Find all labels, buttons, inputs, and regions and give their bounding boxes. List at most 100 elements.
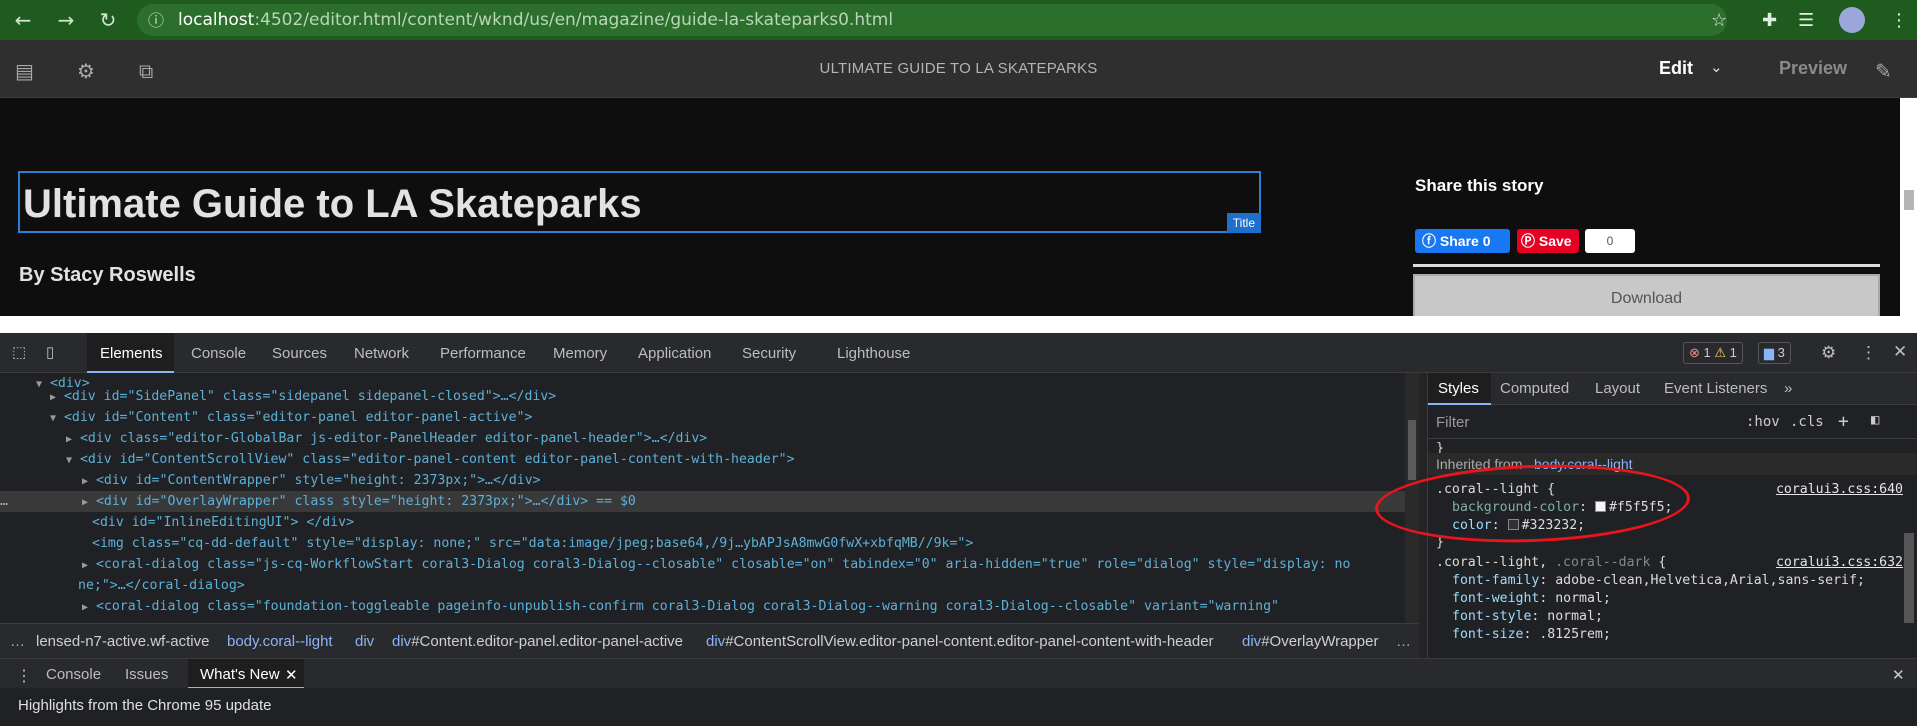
breadcrumb-item[interactable]: div#Content.editor-panel.editor-panel-ac…	[392, 633, 683, 650]
drawer-tabbar: ⋮ Console Issues What's New ✕ ✕	[0, 658, 1917, 689]
tab-layout[interactable]: Layout	[1595, 380, 1640, 397]
drawer-tab-issues[interactable]: Issues	[125, 666, 168, 683]
styles-tabbar: Styles Computed Layout Event Listeners »	[1428, 373, 1917, 405]
breadcrumb-item[interactable]: lensed-n7-active.wf-active	[36, 633, 209, 650]
page-horizontal-scrollbar[interactable]	[0, 316, 1917, 333]
rule-selector[interactable]: .coral--light, .coral--dark {	[1436, 555, 1666, 570]
new-rule-icon[interactable]: +	[1838, 411, 1849, 432]
back-icon[interactable]: ←	[12, 9, 34, 31]
css-property: font-weight	[1452, 591, 1540, 606]
inspect-icon[interactable]: ⬚	[12, 343, 26, 361]
tab-network[interactable]: Network	[354, 345, 409, 362]
info-icon[interactable]: ⓘ	[145, 10, 167, 32]
dom-line[interactable]: <img class="cq-dd-default" style="displa…	[0, 533, 1405, 554]
annotations-icon[interactable]: ✎	[1875, 59, 1892, 83]
tab-memory[interactable]: Memory	[553, 345, 607, 362]
message-count: 3	[1777, 345, 1785, 360]
tab-computed[interactable]: Computed	[1500, 380, 1569, 397]
dom-line-selected[interactable]: … ▶ <div id="OverlayWrapper" class style=…	[0, 491, 1405, 512]
hover-state-toggle[interactable]: :hov	[1746, 414, 1780, 430]
styles-scrollbar-thumb[interactable]	[1904, 533, 1914, 623]
profile-avatar[interactable]	[1839, 7, 1865, 33]
mode-select-button[interactable]: Edit	[1659, 58, 1693, 79]
tab-sources[interactable]: Sources	[272, 345, 327, 362]
extensions-icon[interactable]: ✚	[1762, 10, 1777, 31]
css-property: font-style	[1452, 609, 1532, 624]
dom-line[interactable]: <div id="InlineEditingUI"> </div>	[0, 512, 1405, 533]
close-drawer-icon[interactable]: ✕	[1892, 666, 1905, 684]
editor-header: ▤ ⚙ ⧉ ULTIMATE GUIDE TO LA SKATEPARKS Ed…	[0, 40, 1917, 98]
tab-styles[interactable]: Styles	[1438, 380, 1479, 397]
settings-gear-icon[interactable]: ⚙	[1821, 343, 1836, 363]
dom-line[interactable]: ▶ <coral-dialog class="foundation-toggle…	[0, 596, 1405, 617]
breadcrumb-overflow[interactable]: …	[1396, 633, 1411, 650]
messages-badge[interactable]: ▆ 3	[1758, 342, 1791, 364]
breadcrumb-item[interactable]: div#ContentScrollView.editor-panel-conte…	[706, 633, 1214, 650]
tab-console[interactable]: Console	[191, 345, 246, 362]
menu-icon[interactable]: ⋮	[1890, 10, 1908, 31]
tab-event-listeners[interactable]: Event Listeners	[1664, 380, 1767, 397]
breadcrumb-item[interactable]: div	[355, 633, 374, 650]
dom-line[interactable]: ▶ <coral-dialog class="js-cq-WorkflowSta…	[0, 554, 1405, 575]
page-scrollbar[interactable]	[1900, 98, 1917, 316]
styles-filter-input[interactable]	[1436, 412, 1686, 432]
tab-lighthouse[interactable]: Lighthouse	[837, 345, 910, 362]
css-value: .8125rem	[1539, 627, 1603, 642]
drawer-tab-console[interactable]: Console	[46, 666, 101, 683]
rule-source-link[interactable]: coralui3.css:640	[1776, 482, 1903, 497]
more-options-icon[interactable]: ⋮	[1860, 343, 1877, 363]
dom-line[interactable]: ▶ <div id="ContentWrapper" style="height…	[0, 470, 1405, 491]
reload-icon[interactable]: ↻	[97, 9, 119, 31]
browser-toolbar: ← → ↻ ⓘ localhost:4502/editor.html/conte…	[0, 0, 1917, 40]
preview-button[interactable]: Preview	[1779, 58, 1847, 79]
css-declaration[interactable]: font-family: adobe-clean,Helvetica,Arial…	[1452, 573, 1865, 588]
chevron-down-icon[interactable]: ⌄	[1710, 58, 1723, 76]
css-declaration[interactable]: font-weight: normal;	[1452, 591, 1611, 606]
pinterest-save-label: Save	[1538, 233, 1572, 249]
page-title: ULTIMATE GUIDE TO LA SKATEPARKS	[819, 60, 1098, 77]
drawer-tab-whats-new[interactable]: What's New	[200, 666, 280, 683]
article-title[interactable]: Ultimate Guide to LA Skateparks	[23, 182, 642, 227]
forward-icon[interactable]: →	[55, 9, 77, 31]
scrollbar-thumb[interactable]	[1408, 420, 1416, 480]
reading-list-icon[interactable]: ☰	[1798, 10, 1814, 31]
dom-breadcrumb: … lensed-n7-active.wf-active body.coral-…	[0, 623, 1419, 658]
drawer-menu-icon[interactable]: ⋮	[16, 666, 32, 686]
close-devtools-icon[interactable]: ✕	[1893, 342, 1907, 362]
scrollbar-thumb[interactable]	[1904, 190, 1914, 210]
rule-source-link[interactable]: coralui3.css:632	[1776, 555, 1903, 570]
dom-line[interactable]: ▶ <div class="editor-GlobalBar js-editor…	[0, 428, 1405, 449]
dom-line[interactable]: ▶ <div id="SidePanel" class="sidepanel s…	[0, 386, 1405, 407]
issues-badge[interactable]: ⊗ 1 ⚠ 1	[1683, 342, 1743, 364]
error-count: 1	[1703, 345, 1711, 360]
star-icon[interactable]: ☆	[1711, 10, 1727, 31]
css-declaration[interactable]: font-size: .8125rem;	[1452, 627, 1611, 642]
close-tab-icon[interactable]: ✕	[285, 666, 298, 684]
dom-text: <div id="ContentScrollView" class="edito…	[79, 452, 795, 467]
title-component-selected[interactable]: Ultimate Guide to LA Skateparks Title	[18, 171, 1261, 233]
css-property: font-size	[1452, 627, 1524, 642]
tab-elements[interactable]: Elements	[100, 345, 163, 362]
device-toolbar-icon[interactable]: ▯	[46, 343, 54, 361]
class-toggle[interactable]: .cls	[1790, 414, 1824, 430]
url-text[interactable]: localhost:4502/editor.html/content/wknd/…	[178, 10, 893, 30]
more-tabs-icon[interactable]: »	[1784, 380, 1792, 397]
warning-count: 1	[1729, 345, 1737, 360]
dom-line[interactable]: ▼ <div id="Content" class="editor-panel …	[0, 407, 1405, 428]
selector-text: .coral--light,	[1436, 555, 1548, 570]
toggle-sidebar-icon[interactable]: ◧	[1871, 412, 1879, 428]
download-button[interactable]: Download	[1413, 274, 1880, 316]
pinterest-save-button[interactable]: Ⓟ Save	[1517, 229, 1579, 253]
tab-security[interactable]: Security	[742, 345, 796, 362]
tab-performance[interactable]: Performance	[440, 345, 526, 362]
tab-application[interactable]: Application	[638, 345, 711, 362]
facebook-share-button[interactable]: ⓕ Share 0	[1415, 229, 1510, 253]
dom-line[interactable]: ▼ <div id="ContentScrollView" class="edi…	[0, 449, 1405, 470]
breadcrumb-item[interactable]: div#OverlayWrapper	[1242, 633, 1378, 650]
dom-line[interactable]: ne;">…</coral-dialog>	[0, 575, 1405, 596]
dom-text: <coral-dialog class="js-cq-WorkflowStart…	[95, 557, 1351, 572]
share-title: Share this story	[1415, 176, 1544, 195]
css-declaration[interactable]: font-style: normal;	[1452, 609, 1603, 624]
breadcrumb-overflow[interactable]: …	[10, 633, 25, 650]
breadcrumb-item[interactable]: body.coral--light	[227, 633, 333, 650]
